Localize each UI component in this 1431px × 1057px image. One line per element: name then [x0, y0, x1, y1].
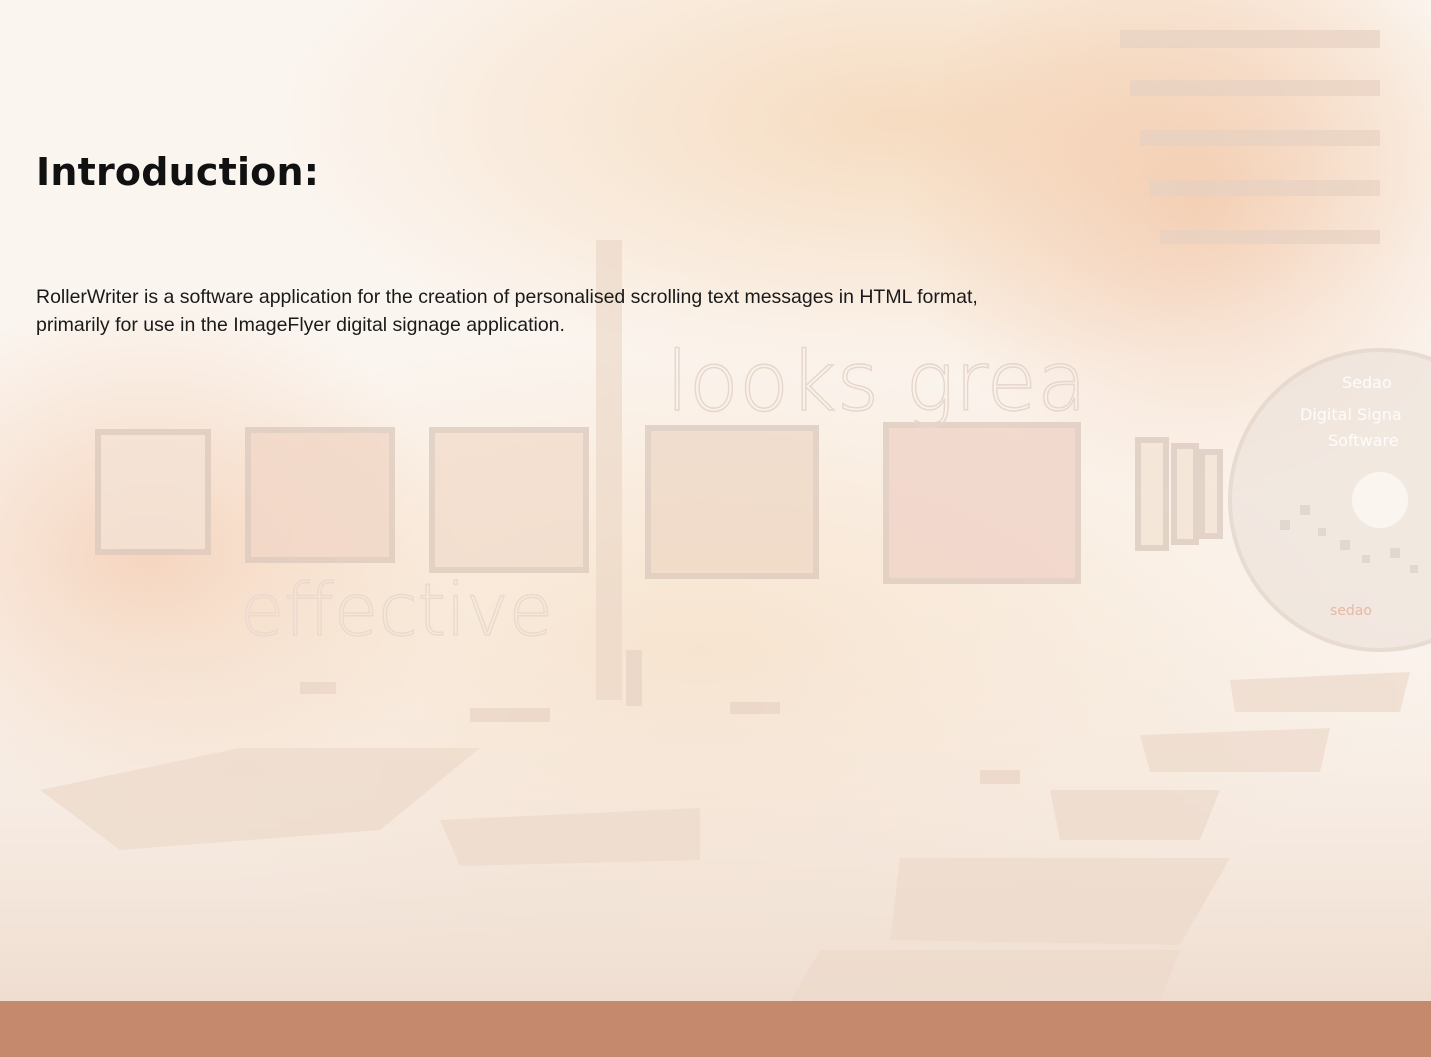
watermark-looks-great: looks grea: [666, 335, 1087, 430]
intro-paragraph: RollerWriter is a software application f…: [36, 283, 1406, 339]
intro-line-1: RollerWriter is a software application f…: [36, 286, 978, 308]
cd-text-line1: Sedao: [1342, 373, 1392, 392]
cd-brand: sedao: [1330, 603, 1372, 619]
intro-line-2: primarily for use in the ImageFlyer digi…: [36, 314, 565, 336]
footer-bar: [0, 1001, 1431, 1057]
cd-text-line3: Software: [1328, 431, 1399, 450]
cd-text-line2: Digital Signa: [1300, 405, 1402, 424]
watermark-effective: effective: [240, 568, 553, 652]
page-title: Introduction:: [36, 150, 320, 194]
